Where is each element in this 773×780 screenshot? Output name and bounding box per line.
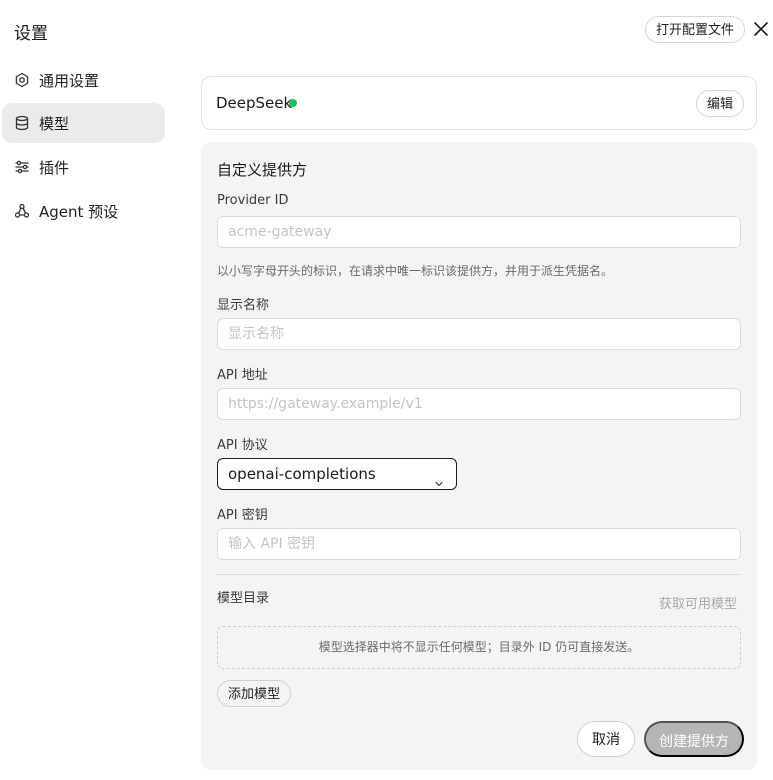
close-icon[interactable] (751, 19, 771, 39)
api-protocol-value: openai-completions (228, 465, 376, 483)
display-name-label: 显示名称 (217, 298, 270, 313)
display-name-input[interactable]: 显示名称 (217, 318, 741, 350)
form-title: 自定义提供方 (217, 161, 308, 179)
divider (217, 574, 741, 575)
cancel-button[interactable]: 取消 (577, 721, 635, 757)
provider-id-label: Provider ID (217, 193, 289, 208)
api-key-label: API 密钥 (217, 508, 268, 523)
agent-icon (14, 203, 30, 219)
sidebar-item-agent-presets[interactable]: Agent 预设 (2, 191, 165, 231)
sidebar-item-label: 模型 (39, 114, 70, 133)
sliders-icon (14, 159, 30, 175)
sidebar-item-models[interactable]: 模型 (2, 103, 165, 143)
fetch-models-link[interactable]: 获取可用模型 (659, 593, 737, 612)
sidebar-item-plugins[interactable]: 插件 (2, 147, 165, 187)
api-key-input[interactable]: 输入 API 密钥 (217, 528, 741, 560)
provider-id-help: 以小写字母开头的标识，在请求中唯一标识该提供方，并用于派生凭据名。 (217, 264, 614, 278)
edit-button[interactable]: 编辑 (696, 90, 745, 117)
window-title: 设置 (14, 24, 48, 44)
create-provider-button[interactable]: 创建提供方 (644, 721, 744, 757)
open-config-button[interactable]: 打开配置文件 (645, 16, 746, 43)
provider-name: DeepSeek (216, 94, 293, 112)
status-dot (289, 99, 297, 107)
provider-card[interactable]: DeepSeek 编辑 (201, 76, 757, 130)
sidebar-item-label: Agent 预设 (39, 202, 119, 221)
database-icon (14, 115, 30, 131)
chevron-down-icon (434, 469, 444, 487)
sidebar-item-label: 通用设置 (39, 71, 100, 90)
api-address-label: API 地址 (217, 368, 268, 383)
provider-id-input[interactable]: acme-gateway (217, 216, 741, 248)
add-model-button[interactable]: 添加模型 (217, 680, 292, 707)
api-protocol-label: API 协议 (217, 438, 268, 453)
sidebar-item-general[interactable]: 通用设置 (2, 60, 165, 100)
custom-provider-form: 自定义提供方 Provider ID acme-gateway 以小写字母开头的… (201, 142, 757, 770)
model-catalog-empty: 模型选择器中将不显示任何模型；目录外 ID 仍可直接发送。 (217, 626, 741, 669)
sidebar-item-label: 插件 (39, 158, 70, 177)
api-protocol-select[interactable]: openai-completions (217, 458, 457, 490)
api-address-input[interactable]: https://gateway.example/v1 (217, 388, 741, 420)
model-catalog-label: 模型目录 (217, 591, 270, 606)
gear-icon (14, 72, 30, 88)
